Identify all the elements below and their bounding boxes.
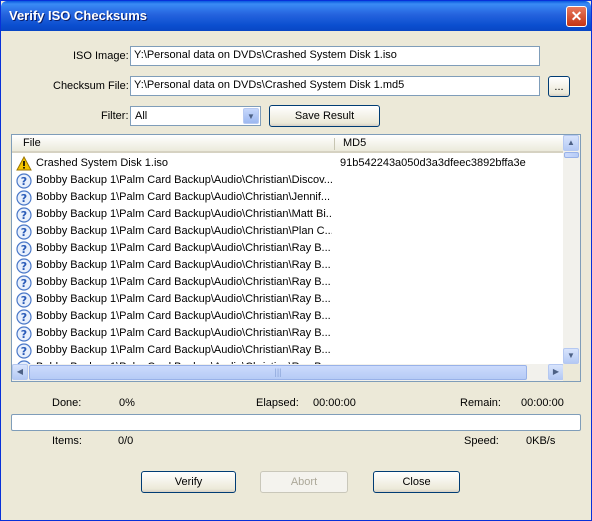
filter-select[interactable]: All ▼ — [130, 106, 261, 126]
list-item[interactable]: ? Bobby Backup 1\Palm Card Backup\Audio\C… — [12, 291, 564, 308]
browse-button[interactable]: ... — [548, 76, 570, 97]
scroll-up-icon[interactable]: ▲ — [563, 135, 579, 151]
svg-text:?: ? — [21, 243, 27, 256]
save-result-button[interactable]: Save Result — [269, 105, 380, 127]
list-item[interactable]: ? Bobby Backup 1\Palm Card Backup\Audio\C… — [12, 172, 564, 189]
list-item-md5: 91b542243a050d3a3dfeec3892bffa3e — [340, 157, 526, 169]
list-item-file: Bobby Backup 1\Palm Card Backup\Audio\Ch… — [36, 293, 331, 305]
elapsed-value: 00:00:00 — [313, 397, 356, 409]
column-header-md5[interactable]: MD5 — [343, 137, 366, 149]
question-icon: ? — [16, 173, 32, 189]
verify-button[interactable]: Verify — [141, 471, 236, 493]
checksum-file-field[interactable]: Y:\Personal data on DVDs\Crashed System … — [130, 76, 540, 96]
svg-text:?: ? — [21, 294, 27, 307]
svg-text:?: ? — [21, 328, 27, 341]
close-window-icon[interactable]: ✕ — [566, 6, 587, 27]
column-header-file[interactable]: File — [23, 137, 41, 149]
scroll-right-icon[interactable]: ▶ — [548, 364, 564, 380]
scrollbar-corner — [563, 364, 580, 381]
list-rows: Crashed System Disk 1.iso 91b542243a050d3… — [12, 155, 564, 376]
window-title: Verify ISO Checksums — [9, 8, 148, 23]
items-label: Items: — [52, 435, 82, 447]
vertical-scroll-thumb[interactable] — [564, 152, 579, 158]
question-icon: ? — [16, 309, 32, 325]
list-item[interactable]: ? Bobby Backup 1\Palm Card Backup\Audio\C… — [12, 257, 564, 274]
list-item-file: Bobby Backup 1\Palm Card Backup\Audio\Ch… — [36, 310, 331, 322]
filter-label: Filter: — [101, 110, 129, 122]
warning-icon — [16, 155, 32, 172]
list-item-file: Bobby Backup 1\Palm Card Backup\Audio\Ch… — [36, 225, 332, 237]
question-icon: ? — [16, 258, 32, 274]
list-item-file: Crashed System Disk 1.iso — [36, 157, 169, 169]
list-item[interactable]: Crashed System Disk 1.iso 91b542243a050d3… — [12, 155, 564, 172]
speed-value: 0KB/s — [526, 435, 556, 447]
list-item-file: Bobby Backup 1\Palm Card Backup\Audio\Ch… — [36, 174, 332, 186]
close-button[interactable]: Close — [373, 471, 460, 493]
title-bar[interactable]: Verify ISO Checksums ✕ — [1, 1, 591, 31]
svg-text:?: ? — [21, 175, 27, 188]
list-item-file: Bobby Backup 1\Palm Card Backup\Audio\Ch… — [36, 242, 331, 254]
list-item[interactable]: ? Bobby Backup 1\Palm Card Backup\Audio\C… — [12, 189, 564, 206]
iso-image-field[interactable]: Y:\Personal data on DVDs\Crashed System … — [130, 46, 540, 66]
list-header: File MD5 — [12, 135, 564, 153]
svg-text:?: ? — [21, 345, 27, 358]
elapsed-label: Elapsed: — [256, 397, 299, 409]
question-icon: ? — [16, 292, 32, 308]
question-icon: ? — [16, 190, 32, 206]
svg-text:?: ? — [21, 226, 27, 239]
list-item[interactable]: ? Bobby Backup 1\Palm Card Backup\Audio\C… — [12, 325, 564, 342]
list-item-file: Bobby Backup 1\Palm Card Backup\Audio\Ch… — [36, 259, 331, 271]
svg-text:?: ? — [21, 209, 27, 222]
speed-label: Speed: — [464, 435, 499, 447]
svg-text:?: ? — [21, 260, 27, 273]
filter-selected-value: All — [135, 110, 148, 122]
horizontal-scrollbar[interactable]: ◀ ||| ▶ — [12, 364, 564, 381]
question-icon: ? — [16, 207, 32, 223]
scroll-down-icon[interactable]: ▼ — [563, 348, 579, 364]
svg-text:?: ? — [21, 277, 27, 290]
question-icon: ? — [16, 241, 32, 257]
column-divider[interactable] — [334, 138, 335, 150]
list-item[interactable]: ? Bobby Backup 1\Palm Card Backup\Audio\C… — [12, 223, 564, 240]
scroll-left-icon[interactable]: ◀ — [12, 364, 28, 380]
question-icon: ? — [16, 275, 32, 291]
svg-text:?: ? — [21, 311, 27, 324]
list-item[interactable]: ? Bobby Backup 1\Palm Card Backup\Audio\C… — [12, 206, 564, 223]
checksum-file-label: Checksum File: — [53, 80, 129, 92]
svg-text:?: ? — [21, 192, 27, 205]
file-list[interactable]: File MD5 Crashed System Disk 1.iso 91b542… — [11, 134, 581, 382]
iso-image-label: ISO Image: — [73, 50, 129, 62]
question-icon: ? — [16, 343, 32, 359]
question-icon: ? — [16, 326, 32, 342]
remain-value: 00:00:00 — [521, 397, 564, 409]
done-value: 0% — [119, 397, 135, 409]
items-value: 0/0 — [118, 435, 134, 447]
question-icon: ? — [16, 224, 32, 240]
vertical-scrollbar[interactable]: ▲ ▼ — [563, 135, 580, 364]
list-item[interactable]: ? Bobby Backup 1\Palm Card Backup\Audio\C… — [12, 308, 564, 325]
list-item[interactable]: ? Bobby Backup 1\Palm Card Backup\Audio\C… — [12, 240, 564, 257]
list-item-file: Bobby Backup 1\Palm Card Backup\Audio\Ch… — [36, 327, 331, 339]
abort-button[interactable]: Abort — [260, 471, 348, 493]
remain-label: Remain: — [460, 397, 501, 409]
list-item[interactable]: ? Bobby Backup 1\Palm Card Backup\Audio\C… — [12, 342, 564, 359]
verify-iso-checksums-dialog: Verify ISO Checksums ✕ ISO Image: Y:\Per… — [0, 0, 592, 521]
horizontal-scroll-thumb[interactable]: ||| — [29, 365, 527, 380]
list-item-file: Bobby Backup 1\Palm Card Backup\Audio\Ch… — [36, 191, 331, 203]
done-label: Done: — [52, 397, 82, 409]
list-item-file: Bobby Backup 1\Palm Card Backup\Audio\Ch… — [36, 344, 331, 356]
list-item-file: Bobby Backup 1\Palm Card Backup\Audio\Ch… — [36, 276, 331, 288]
chevron-down-icon[interactable]: ▼ — [243, 108, 259, 124]
progress-bar — [11, 414, 581, 431]
list-item[interactable]: ? Bobby Backup 1\Palm Card Backup\Audio\C… — [12, 274, 564, 291]
list-item-file: Bobby Backup 1\Palm Card Backup\Audio\Ch… — [36, 208, 332, 220]
